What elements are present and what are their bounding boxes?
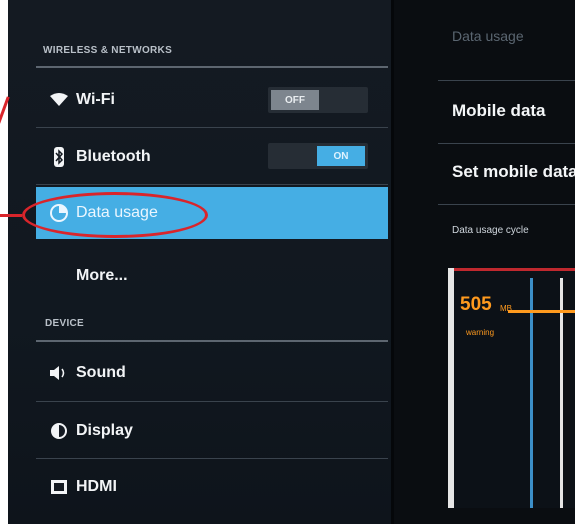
divider	[438, 204, 575, 205]
settings-item-label: More...	[76, 267, 128, 284]
wifi-icon	[44, 93, 74, 107]
bluetooth-icon	[44, 147, 74, 167]
annotation-circle	[22, 192, 208, 238]
annotation-pointer	[0, 214, 22, 217]
speaker-icon	[44, 365, 74, 381]
wifi-toggle[interactable]: OFF	[268, 87, 368, 113]
section-rule-wireless	[36, 66, 388, 68]
bluetooth-toggle-state: ON	[317, 146, 365, 166]
settings-item-display[interactable]: Display	[36, 405, 388, 457]
settings-item-label: Sound	[76, 364, 126, 381]
section-header-wireless: WIRELESS & NETWORKS	[43, 45, 173, 56]
wifi-toggle-state: OFF	[271, 90, 319, 110]
warning-unit: MB	[500, 304, 512, 313]
divider	[36, 184, 388, 185]
settings-item-sound[interactable]: Sound	[36, 347, 388, 399]
settings-item-label: Wi-Fi	[76, 91, 115, 108]
divider	[36, 127, 388, 128]
settings-item-label: HDMI	[76, 478, 117, 495]
data-usage-cycle-label[interactable]: Data usage cycle	[452, 225, 529, 236]
graph-warning-line[interactable]	[508, 310, 575, 313]
bluetooth-toggle[interactable]: ON	[268, 143, 368, 169]
warning-value: 505	[460, 294, 492, 315]
divider	[36, 401, 388, 402]
settings-item-label: Display	[76, 422, 133, 439]
hdmi-icon	[44, 479, 74, 495]
divider	[36, 458, 388, 459]
divider	[438, 143, 575, 144]
brightness-icon	[44, 422, 74, 440]
mobile-data-setting[interactable]: Mobile data	[452, 101, 546, 121]
section-header-device: DEVICE	[45, 318, 85, 329]
settings-item-hdmi[interactable]: HDMI	[36, 461, 388, 513]
set-mobile-data-limit[interactable]: Set mobile data	[452, 162, 575, 182]
settings-item-label: Bluetooth	[76, 148, 151, 165]
settings-item-more[interactable]: More...	[36, 250, 388, 302]
divider	[438, 80, 575, 81]
section-rule-device	[36, 340, 388, 342]
detail-title: Data usage	[452, 28, 524, 44]
graph-cycle-start-handle[interactable]	[448, 268, 454, 508]
warning-label: warning	[466, 328, 495, 337]
graph-limit-line[interactable]	[448, 268, 575, 271]
